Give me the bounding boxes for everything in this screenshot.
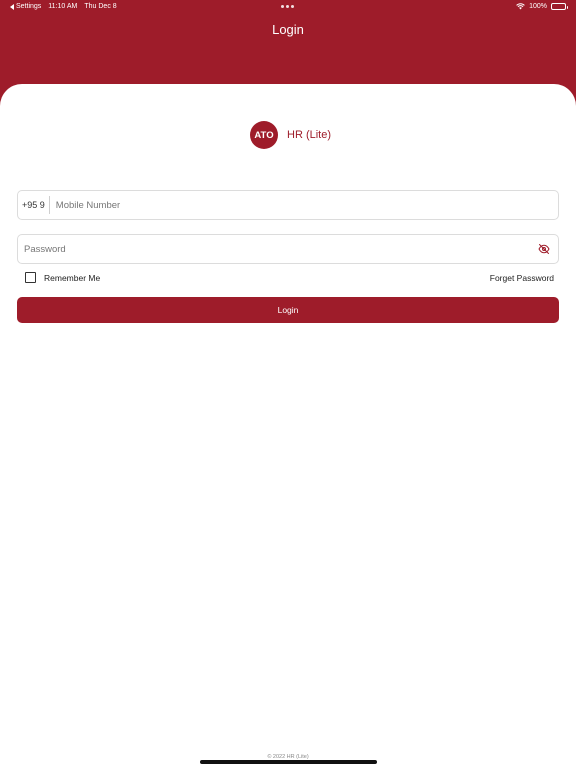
dot — [291, 5, 294, 8]
remember-me[interactable]: Remember Me — [25, 272, 100, 283]
back-label: Settings — [16, 3, 42, 10]
password-field — [17, 234, 559, 264]
brand: ATO HR (Lite) — [250, 121, 331, 149]
mobile-number-input[interactable] — [49, 191, 558, 219]
back-to-settings[interactable]: Settings — [10, 3, 41, 10]
app-name: HR (Lite) — [287, 129, 332, 141]
status-left: Settings 11:10 AM Thu Dec 8 — [10, 3, 117, 10]
page-title: Login — [272, 22, 304, 37]
remember-me-label: Remember Me — [44, 272, 101, 283]
remember-me-checkbox[interactable] — [25, 272, 36, 283]
status-time: 11:10 AM — [48, 3, 78, 10]
mobile-field: +95 9 — [17, 190, 559, 220]
status-right: 100% — [516, 3, 568, 10]
dot — [286, 5, 289, 8]
back-arrow-icon — [10, 3, 14, 10]
multitasking-dots[interactable] — [281, 5, 294, 8]
home-indicator[interactable] — [200, 760, 377, 764]
password-input[interactable] — [18, 235, 537, 263]
battery-icon — [551, 3, 568, 10]
wifi-icon — [516, 3, 525, 10]
eye-off-icon[interactable] — [537, 242, 551, 256]
country-code-prefix[interactable]: +95 9 — [18, 196, 50, 214]
login-button[interactable]: Login — [17, 297, 559, 323]
status-date: Thu Dec 8 — [84, 3, 117, 10]
battery-percent: 100% — [529, 3, 547, 10]
status-bar: Settings 11:10 AM Thu Dec 8 100% — [0, 0, 576, 14]
forget-password-link[interactable]: Forget Password — [490, 273, 554, 283]
logo: ATO — [250, 121, 278, 149]
login-card — [0, 84, 576, 768]
dot — [281, 5, 284, 8]
